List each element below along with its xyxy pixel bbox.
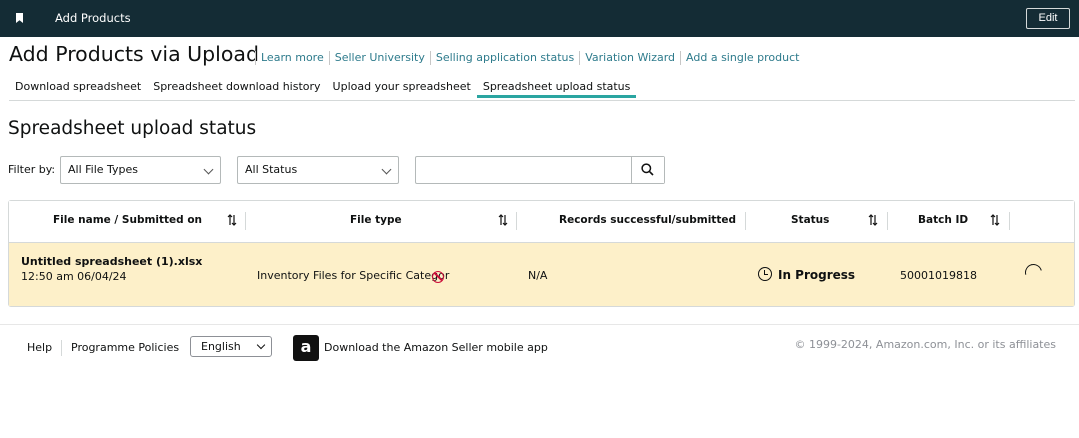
language-select[interactable]: English [190,336,272,357]
loading-spinner-icon [1021,260,1046,285]
tab-upload-status[interactable]: Spreadsheet upload status [476,79,637,98]
upload-status-table: File name / Submitted on File type Recor… [8,200,1075,307]
help-link[interactable]: Help [27,341,52,354]
sort-icon[interactable] [868,213,878,227]
edit-button[interactable]: Edit [1026,8,1070,29]
footer-separator [61,340,62,356]
learn-more-link[interactable]: Learn more [255,51,329,65]
seller-university-link[interactable]: Seller University [328,51,430,65]
table-row: Untitled spreadsheet (1).xlsx 12:50 am 0… [9,242,1074,306]
search-icon [641,163,654,176]
file-name[interactable]: Untitled spreadsheet (1).xlsx [21,255,202,268]
amazon-app-icon[interactable]: a [293,335,319,361]
column-divider [1009,212,1010,230]
column-divider [245,212,246,230]
file-type-value: All File Types [68,163,139,176]
tab-upload-spreadsheet[interactable]: Upload your spreadsheet [327,79,477,98]
tab-download-history[interactable]: Spreadsheet download history [147,79,326,98]
chevron-down-icon [381,164,392,175]
clock-icon [758,267,772,281]
column-divider [887,212,888,230]
bookmark-icon[interactable] [16,13,23,23]
header-file-type: File type [350,214,402,226]
status-value: All Status [245,163,298,176]
top-bar: Add Products Edit [0,0,1079,37]
search-button[interactable] [631,157,664,183]
table-header: File name / Submitted on File type Recor… [9,201,1074,242]
prohibited-icon [432,271,444,283]
chevron-down-icon [203,164,214,175]
filter-label: Filter by: [8,163,56,176]
column-divider [516,212,517,230]
header-links: Learn more Seller University Selling app… [255,51,804,65]
column-divider [745,212,746,230]
header-status: Status [791,214,830,226]
status-select[interactable]: All Status [237,156,399,184]
sort-icon[interactable] [227,213,237,227]
footer-divider [0,324,1079,325]
header-records: Records successful/submitted [559,214,736,226]
file-type-select[interactable]: All File Types [60,156,221,184]
submitted-on: 12:50 am 06/04/24 [21,270,127,283]
tab-bar: Download spreadsheet Spreadsheet downloa… [9,79,637,98]
sort-icon[interactable] [498,213,508,227]
language-value: English [201,340,241,353]
page-title: Add Products via Upload [9,42,259,66]
search-input[interactable] [416,157,630,183]
status-cell: In Progress [778,268,856,282]
add-single-product-link[interactable]: Add a single product [680,51,804,65]
header-batch-id: Batch ID [918,214,969,226]
file-type-cell: Inventory Files for Specific Categor [257,269,450,282]
tab-download-spreadsheet[interactable]: Download spreadsheet [9,79,147,98]
selling-application-status-link[interactable]: Selling application status [429,51,579,65]
variation-wizard-link[interactable]: Variation Wizard [579,51,680,65]
download-app-link[interactable]: Download the Amazon Seller mobile app [324,341,548,354]
search-box [415,156,665,184]
header-file-name: File name / Submitted on [53,214,203,226]
batch-id-cell: 50001019818 [900,269,977,282]
section-title: Spreadsheet upload status [8,118,257,139]
records-cell: N/A [528,269,548,282]
topbar-title: Add Products [55,11,131,25]
copyright-text: © 1999-2024, Amazon.com, Inc. or its aff… [794,338,1056,351]
tabs-divider [9,100,1075,101]
programme-policies-link[interactable]: Programme Policies [71,341,179,354]
sort-icon[interactable] [990,213,1000,227]
chevron-down-icon [256,340,266,350]
